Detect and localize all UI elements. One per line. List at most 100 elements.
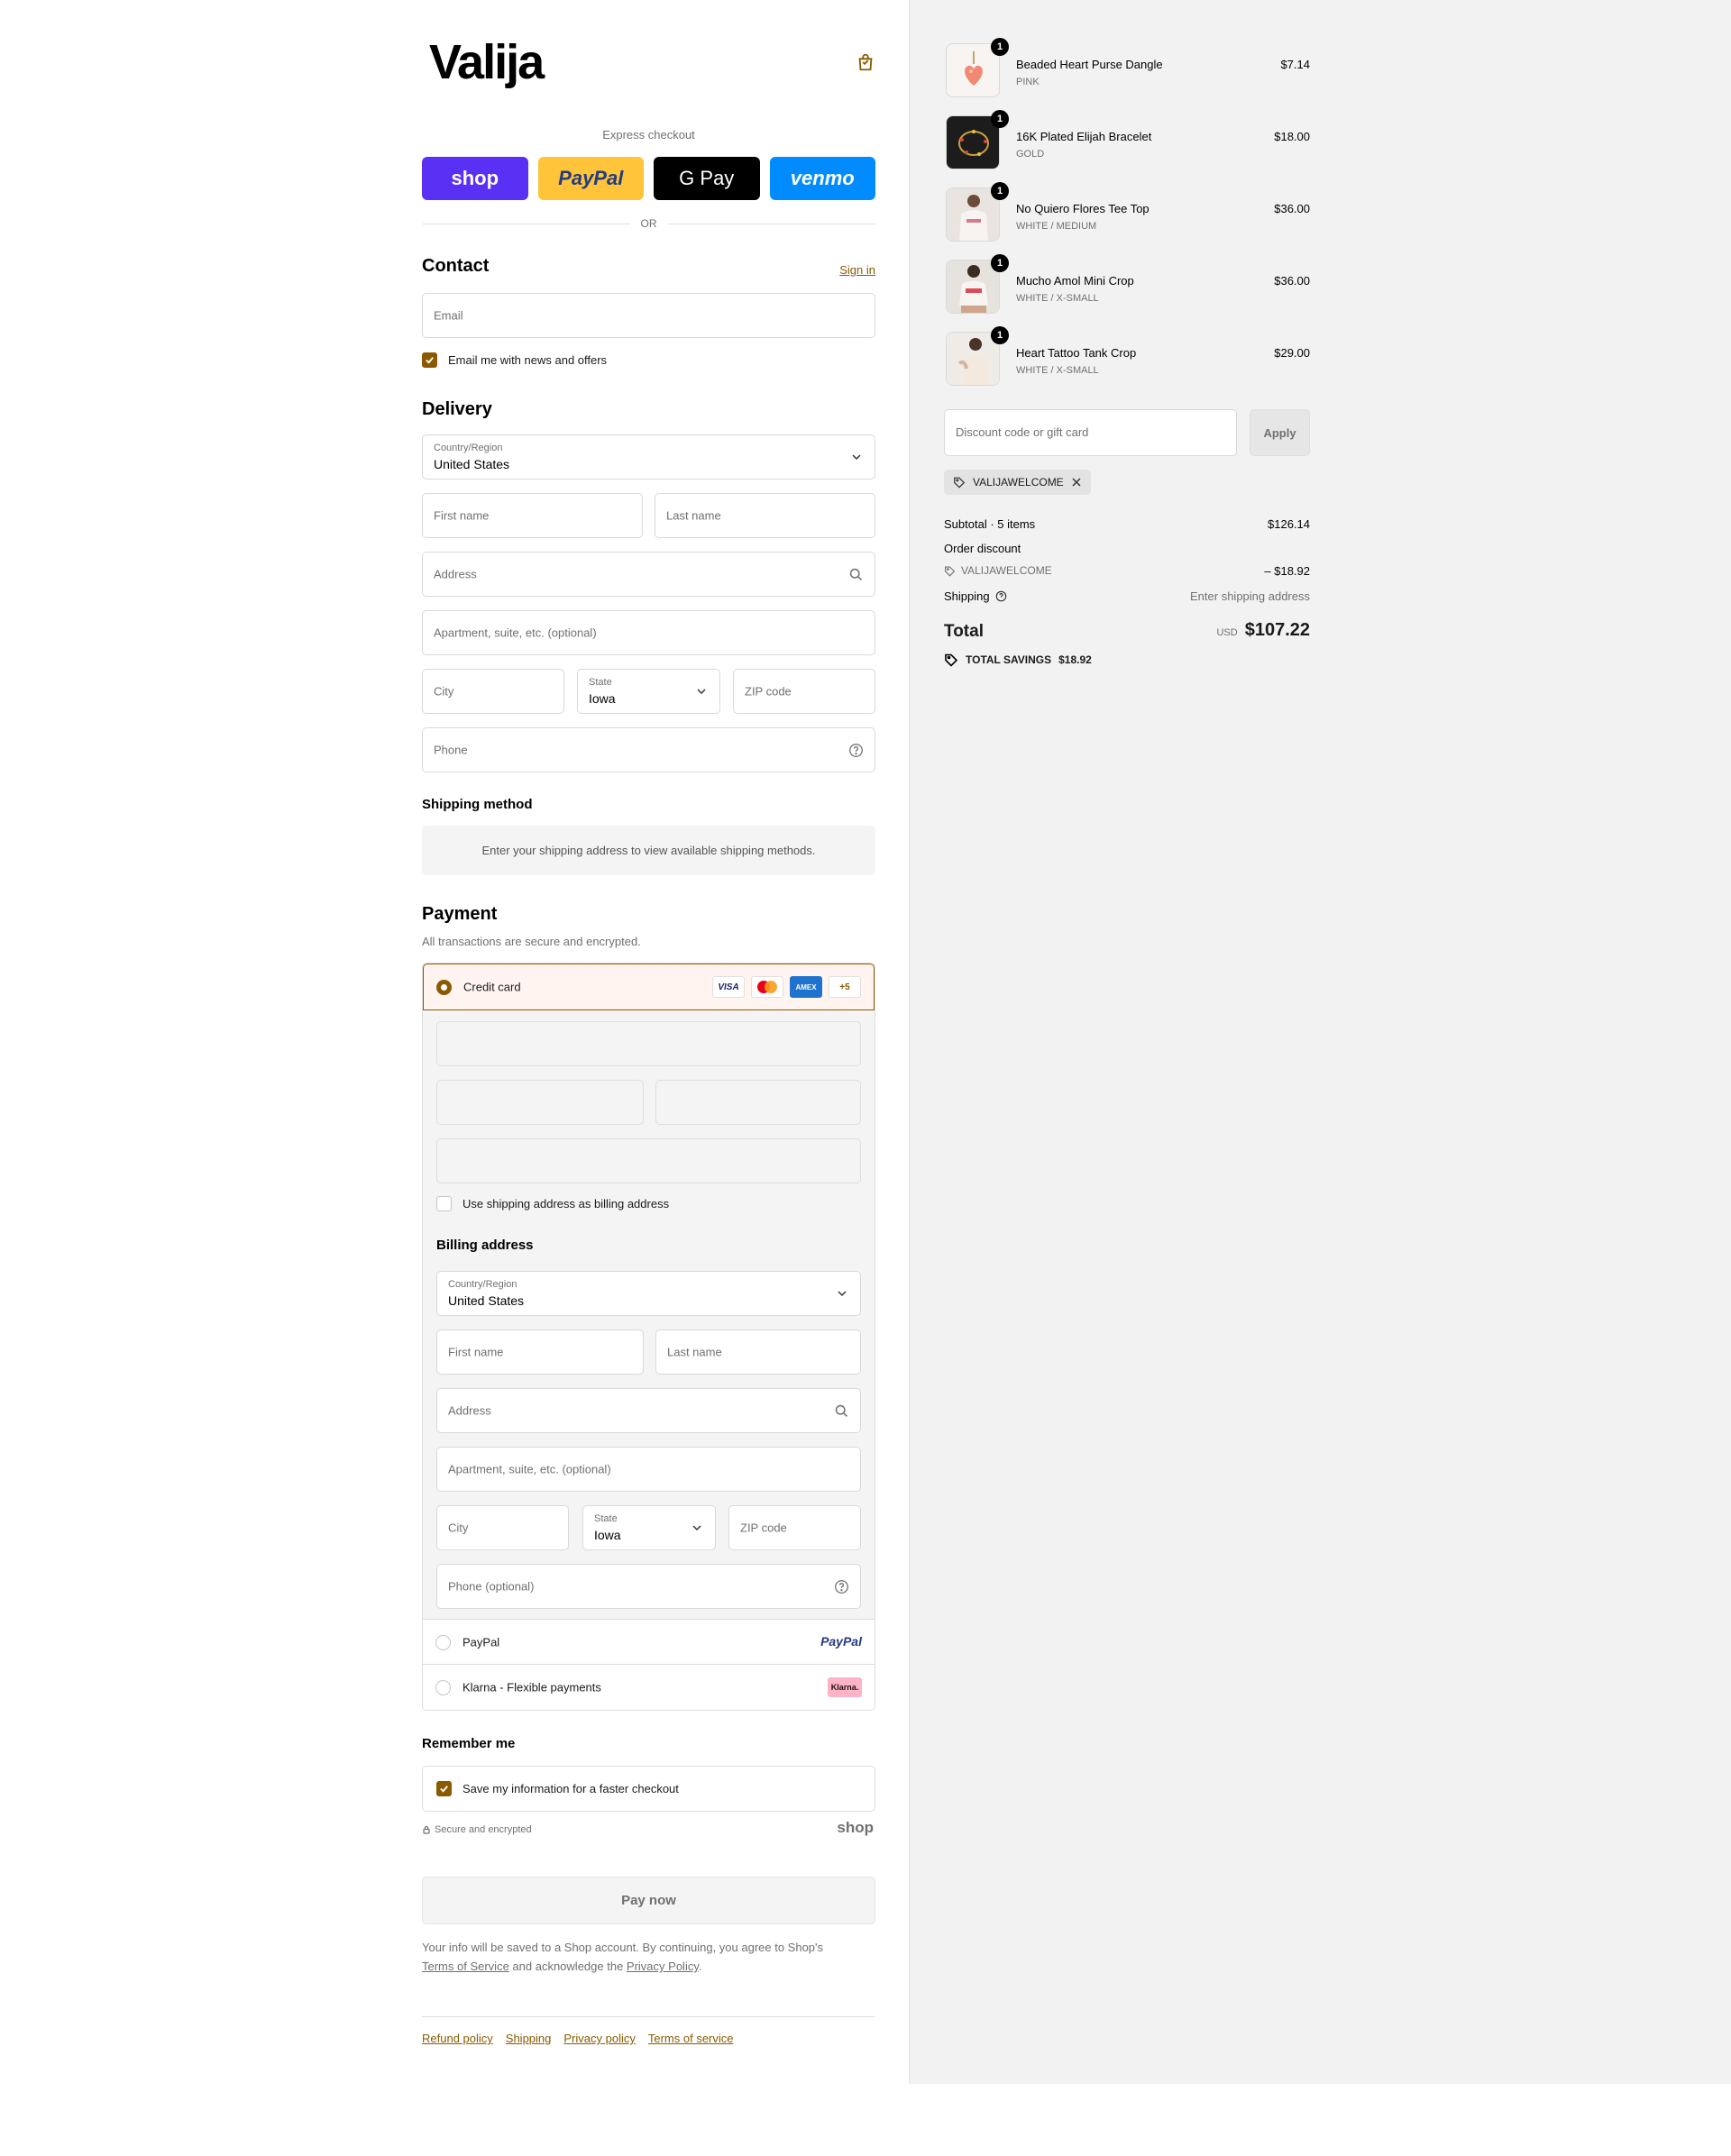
klarna-option[interactable]: Klarna - Flexible payments Klarna.	[423, 1665, 875, 1710]
contact-heading: Contact	[422, 256, 490, 276]
discount-code-field[interactable]: Discount code or gift card	[944, 409, 1237, 456]
klarna-label: Klarna - Flexible payments	[463, 1680, 601, 1695]
card-name-field[interactable]	[436, 1138, 861, 1183]
mastercard-logo	[751, 976, 783, 998]
quantity-badge: 1	[991, 38, 1009, 56]
tag-icon	[954, 477, 966, 489]
apply-discount-button[interactable]: Apply	[1250, 409, 1310, 456]
state-select[interactable]: State Iowa	[577, 669, 720, 714]
help-circle-icon[interactable]	[848, 743, 864, 758]
shop-logo: shop	[837, 1819, 874, 1836]
check-icon	[440, 1786, 448, 1793]
save-info-checkbox[interactable]	[436, 1781, 452, 1796]
newsletter-checkbox[interactable]	[422, 352, 437, 368]
consent-part3: .	[698, 1960, 702, 1973]
footer-divider	[422, 2016, 875, 2017]
chevron-down-icon	[692, 1525, 701, 1531]
credit-card-label: Credit card	[463, 980, 521, 994]
card-number-field[interactable]	[436, 1021, 861, 1066]
remember-me-box: Save my information for a faster checkou…	[422, 1766, 875, 1812]
brand-logo[interactable]: Valija	[429, 34, 545, 90]
zip-field[interactable]: ZIP code	[733, 669, 875, 714]
newsletter-checkbox-row[interactable]: Email me with news and offers	[422, 352, 607, 368]
tag-icon	[945, 653, 958, 667]
address-placeholder: Address	[434, 567, 477, 581]
save-info-checkbox-row[interactable]: Save my information for a faster checkou…	[436, 1781, 679, 1796]
item-variant: WHITE / X-SMALL	[1016, 365, 1099, 376]
phone-field[interactable]: Phone	[422, 727, 875, 772]
item-name: 16K Plated Elijah Bracelet	[1016, 130, 1152, 143]
terms-of-service-link[interactable]: Terms of service	[648, 2032, 734, 2045]
shipping-label: Shipping	[944, 589, 990, 603]
item-price: $36.00	[1274, 202, 1310, 215]
refund-policy-link[interactable]: Refund policy	[422, 2032, 493, 2045]
visa-logo: VISA	[712, 976, 745, 998]
first-name-field[interactable]: First name	[422, 493, 643, 538]
apartment-field[interactable]: Apartment, suite, etc. (optional)	[422, 610, 875, 655]
close-icon[interactable]	[1071, 477, 1082, 488]
billing-city-field[interactable]: City	[436, 1505, 569, 1550]
newsletter-label: Email me with news and offers	[448, 353, 608, 367]
shop-pay-button[interactable]: shop	[422, 157, 528, 200]
billing-country-value: United States	[448, 1293, 525, 1308]
subtotal-label: Subtotal · 5 items	[944, 517, 1036, 531]
pay-now-button[interactable]: Pay now	[422, 1877, 875, 1924]
paypal-option[interactable]: PayPal PayPal	[423, 1620, 875, 1665]
line-item: 1 Heart Tattoo Tank Crop WHITE / X-SMALL…	[944, 326, 1310, 391]
card-cvv-field[interactable]	[655, 1080, 861, 1125]
check-icon	[426, 357, 434, 364]
credit-card-radio[interactable]	[436, 980, 452, 995]
privacy-policy-link[interactable]: Privacy policy	[563, 2032, 635, 2045]
mastercard-icon	[757, 981, 777, 993]
billing-country-select[interactable]: Country/Region United States	[436, 1271, 861, 1316]
card-expiry-field[interactable]	[436, 1080, 644, 1125]
billing-last-name-field[interactable]: Last name	[655, 1329, 861, 1375]
city-field[interactable]: City	[422, 669, 564, 714]
item-name: Mucho Amol Mini Crop	[1016, 274, 1134, 288]
express-checkout-label: Express checkout	[602, 128, 695, 142]
help-circle-icon[interactable]	[834, 1579, 849, 1594]
billing-state-select[interactable]: State Iowa	[582, 1505, 716, 1550]
more-cards-badge[interactable]: +5	[829, 976, 861, 998]
shopping-bag-icon[interactable]	[856, 52, 875, 72]
shop-privacy-link[interactable]: Privacy Policy	[627, 1960, 699, 1973]
discount-placeholder: Discount code or gift card	[956, 425, 1089, 439]
item-price: $36.00	[1274, 274, 1310, 288]
klarna-logo: Klarna.	[828, 1677, 862, 1697]
klarna-radio[interactable]	[435, 1680, 451, 1695]
billing-first-name-field[interactable]: First name	[436, 1329, 644, 1375]
chevron-down-icon	[838, 1291, 847, 1297]
billing-address-field[interactable]: Address	[436, 1388, 861, 1433]
state-value: Iowa	[589, 691, 616, 706]
google-pay-button[interactable]: G Pay	[654, 157, 760, 200]
billing-zip-field[interactable]: ZIP code	[728, 1505, 861, 1550]
shipping-policy-link[interactable]: Shipping	[506, 2032, 552, 2045]
paypal-button[interactable]: PayPal	[537, 157, 644, 200]
address-field[interactable]: Address	[422, 552, 875, 597]
line-item: 1 Mucho Amol Mini Crop WHITE / X-SMALL $…	[944, 254, 1310, 319]
shop-terms-link[interactable]: Terms of Service	[422, 1960, 509, 1973]
footer-links: Refund policy Shipping Privacy policy Te…	[422, 2032, 734, 2045]
help-circle-icon[interactable]	[995, 590, 1007, 602]
sign-in-link[interactable]: Sign in	[839, 263, 875, 277]
billing-first-name-placeholder: First name	[448, 1345, 504, 1359]
billing-phone-field[interactable]: Phone (optional)	[436, 1564, 861, 1609]
payment-heading: Payment	[422, 904, 498, 924]
credit-card-option[interactable]: Credit card VISA AMEX +5	[423, 964, 875, 1010]
country-select[interactable]: Country/Region United States	[422, 434, 875, 480]
save-info-label: Save my information for a faster checkou…	[463, 1782, 679, 1795]
email-field[interactable]: Email	[422, 293, 875, 338]
billing-city-placeholder: City	[448, 1521, 469, 1535]
phone-placeholder: Phone	[434, 743, 468, 757]
paypal-radio[interactable]	[435, 1635, 451, 1650]
last-name-field[interactable]: Last name	[655, 493, 875, 538]
total-value: $107.22	[1244, 620, 1310, 640]
subtotal-row: Subtotal · 5 items $126.14	[944, 517, 1310, 531]
venmo-button[interactable]: venmo	[769, 157, 875, 200]
paypal-label: PayPal	[463, 1635, 500, 1649]
discount-code-row: VALIJAWELCOME – $18.92	[944, 564, 1310, 578]
use-shipping-checkbox[interactable]	[436, 1196, 452, 1211]
item-price: $18.00	[1274, 130, 1310, 143]
use-shipping-checkbox-row[interactable]: Use shipping address as billing address	[436, 1196, 669, 1211]
billing-apartment-field[interactable]: Apartment, suite, etc. (optional)	[436, 1447, 861, 1492]
